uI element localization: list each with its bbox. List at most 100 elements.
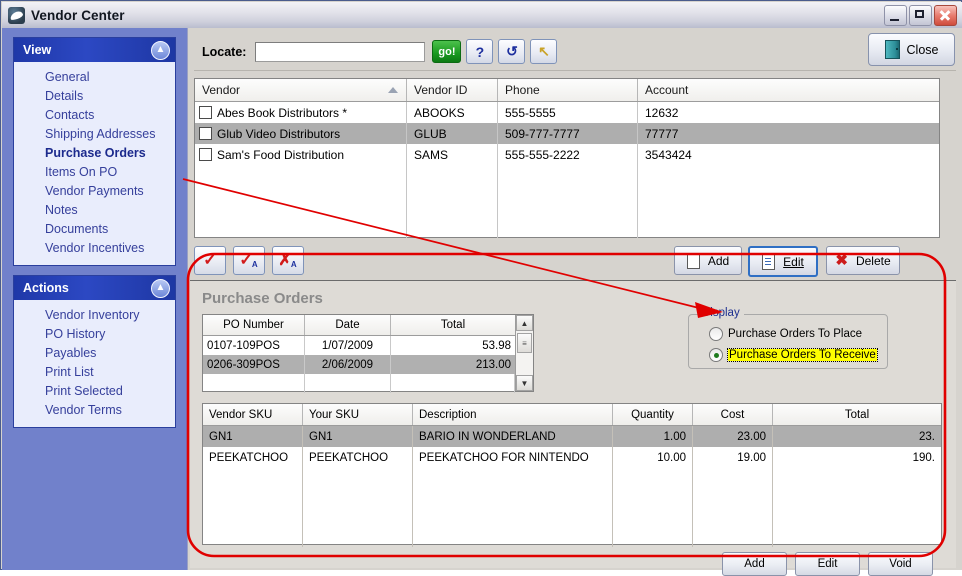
po-item-buttons: Add Edit Void [190,552,945,576]
door-exit-icon [884,40,900,59]
scrollbar-thumb[interactable]: ≡ [517,333,532,353]
column-header-vendor-id[interactable]: Vendor ID [407,79,498,101]
scroll-up-icon[interactable]: ▲ [516,315,533,331]
vendor-cell: Glub Video Distributors [195,123,407,144]
radio-purchase-orders-to-place[interactable]: Purchase Orders To Place [709,327,887,341]
table-row[interactable]: Abes Book Distributors * ABOOKS 555-5555… [195,102,939,123]
column-header-total[interactable]: Total [773,404,941,425]
sidebar-item-vendor-payments[interactable]: Vendor Payments [14,182,175,201]
sidebar-item-po-history[interactable]: PO History [14,325,175,344]
total-cell: 23. [919,430,935,443]
maximize-button[interactable] [909,4,932,26]
column-header-account[interactable]: Account [638,79,939,101]
locate-toolbar: Locate: go! ? ↺ ↖ [194,33,956,71]
column-header-total[interactable]: Total [391,315,515,335]
help-icon[interactable]: ? [466,39,494,64]
edit-item-button[interactable]: Edit [795,552,860,576]
row-checkbox[interactable] [199,148,212,161]
close-button[interactable]: Close [868,33,955,66]
window-controls [884,4,957,26]
row-checkbox[interactable] [199,127,212,140]
table-row[interactable]: Glub Video Distributors GLUB 509-777-777… [195,123,939,144]
table-row[interactable]: PEEKATCHOO PEEKATCHOO PEEKATCHOO FOR NIN… [203,447,941,468]
account-cell: 77777 [645,126,679,141]
add-vendor-button[interactable]: Add [674,246,742,275]
column-header-description[interactable]: Description [413,404,613,425]
check-button[interactable]: ✓ [194,246,226,275]
close-window-button[interactable] [934,4,957,26]
purchase-orders-table[interactable]: PO Number Date Total 0107-109POS 1/07/20… [202,314,534,393]
phone-cell: 509-777-7777 [498,123,638,144]
vendor-name: Sam's Food Distribution [217,147,345,162]
column-header-vendor[interactable]: Vendor [195,79,407,101]
cost-cell: 23.00 [693,426,773,447]
radio-button-unselected-icon[interactable] [709,327,723,341]
sidebar-item-details[interactable]: Details [14,87,175,106]
purchase-orders-title: Purchase Orders [202,290,323,307]
sidebar-item-documents[interactable]: Documents [14,220,175,239]
minimize-button[interactable] [884,4,907,26]
void-item-button[interactable]: Void [868,552,933,576]
go-button[interactable]: go! [432,40,462,63]
chevron-up-icon[interactable]: ▲ [151,278,170,298]
items-empty-area [203,468,941,547]
checkmark-icon: ✓ [239,251,253,269]
description-cell: PEEKATCHOO FOR NINTENDO [413,447,613,468]
radio-purchase-orders-to-receive[interactable]: Purchase Orders To Receive [709,348,887,362]
sidebar-item-items-on-po[interactable]: Items On PO [14,163,175,182]
sidebar-item-notes[interactable]: Notes [14,201,175,220]
sidebar-item-vendor-terms[interactable]: Vendor Terms [14,401,175,420]
refresh-icon[interactable]: ↺ [498,39,526,64]
sidebar-item-print-selected[interactable]: Print Selected [14,382,175,401]
vendor-id-cell: GLUB [407,123,498,144]
scroll-down-icon[interactable]: ▼ [516,375,533,391]
phone-cell: 555-5555 [498,102,638,123]
column-header-phone[interactable]: Phone [498,79,638,101]
column-header-vendor-sku[interactable]: Vendor SKU [203,404,303,425]
row-checkbox[interactable] [199,106,212,119]
delete-vendor-button[interactable]: ✖ Delete [826,246,900,275]
po-table-header: PO Number Date Total [203,315,515,336]
column-header-cost[interactable]: Cost [693,404,773,425]
sidebar-item-print-list[interactable]: Print List [14,363,175,382]
sidebar-item-general[interactable]: General [14,68,175,87]
document-icon [686,252,700,269]
locate-input[interactable] [255,41,426,62]
radio-button-selected-icon[interactable] [709,348,723,362]
empty-cell [305,374,391,393]
edit-vendor-button[interactable]: Edit [748,246,818,277]
sidebar-item-vendor-incentives[interactable]: Vendor Incentives [14,239,175,258]
actions-panel-title: Actions [23,281,69,295]
sidebar-item-contacts[interactable]: Contacts [14,106,175,125]
column-header-po-number[interactable]: PO Number [203,315,305,335]
sidebar-item-purchase-orders[interactable]: Purchase Orders [14,144,175,163]
window-title: Vendor Center [31,7,125,23]
column-header-date[interactable]: Date [305,315,391,335]
add-item-button[interactable]: Add [722,552,787,576]
vendor-name: Abes Book Distributors * [217,105,348,120]
jump-to-icon[interactable]: ↖ [530,39,558,64]
check-all-button[interactable]: ✓ A [233,246,265,275]
vendor-table[interactable]: Vendor Vendor ID Phone Account Abes Book… [194,78,940,238]
po-total-cell: 213.00 [475,358,511,371]
title-bar: Vendor Center [2,2,962,29]
scrollbar-track[interactable]: ≡ [516,331,533,375]
sidebar-item-payables[interactable]: Payables [14,344,175,363]
vendor-sku-cell: PEEKATCHOO [203,447,303,468]
vendor-cell: Abes Book Distributors * [195,102,407,123]
sidebar-item-vendor-inventory[interactable]: Vendor Inventory [14,306,175,325]
column-header-quantity[interactable]: Quantity [613,404,693,425]
po-line-items-table[interactable]: Vendor SKU Your SKU Description Quantity… [202,403,942,547]
po-vertical-scrollbar[interactable]: ▲ ≡ ▼ [515,315,533,391]
uncheck-all-button[interactable]: ✗ A [272,246,304,275]
all-indicator: A [290,260,297,269]
table-row[interactable]: 0206-309POS 2/06/2009 213.00 [203,355,515,374]
purchase-orders-panel: Purchase Orders PO Number Date Total 010… [190,280,956,576]
table-row[interactable]: Sam's Food Distribution SAMS 555-555-222… [195,144,939,165]
sidebar-item-shipping-addresses[interactable]: Shipping Addresses [14,125,175,144]
column-header-your-sku[interactable]: Your SKU [303,404,413,425]
column-label: Vendor [202,83,241,97]
table-row[interactable]: GN1 GN1 BARIO IN WONDERLAND 1.00 23.00 2… [203,426,941,447]
table-row[interactable]: 0107-109POS 1/07/2009 53.98 [203,336,515,355]
chevron-up-icon[interactable]: ▲ [151,40,170,60]
